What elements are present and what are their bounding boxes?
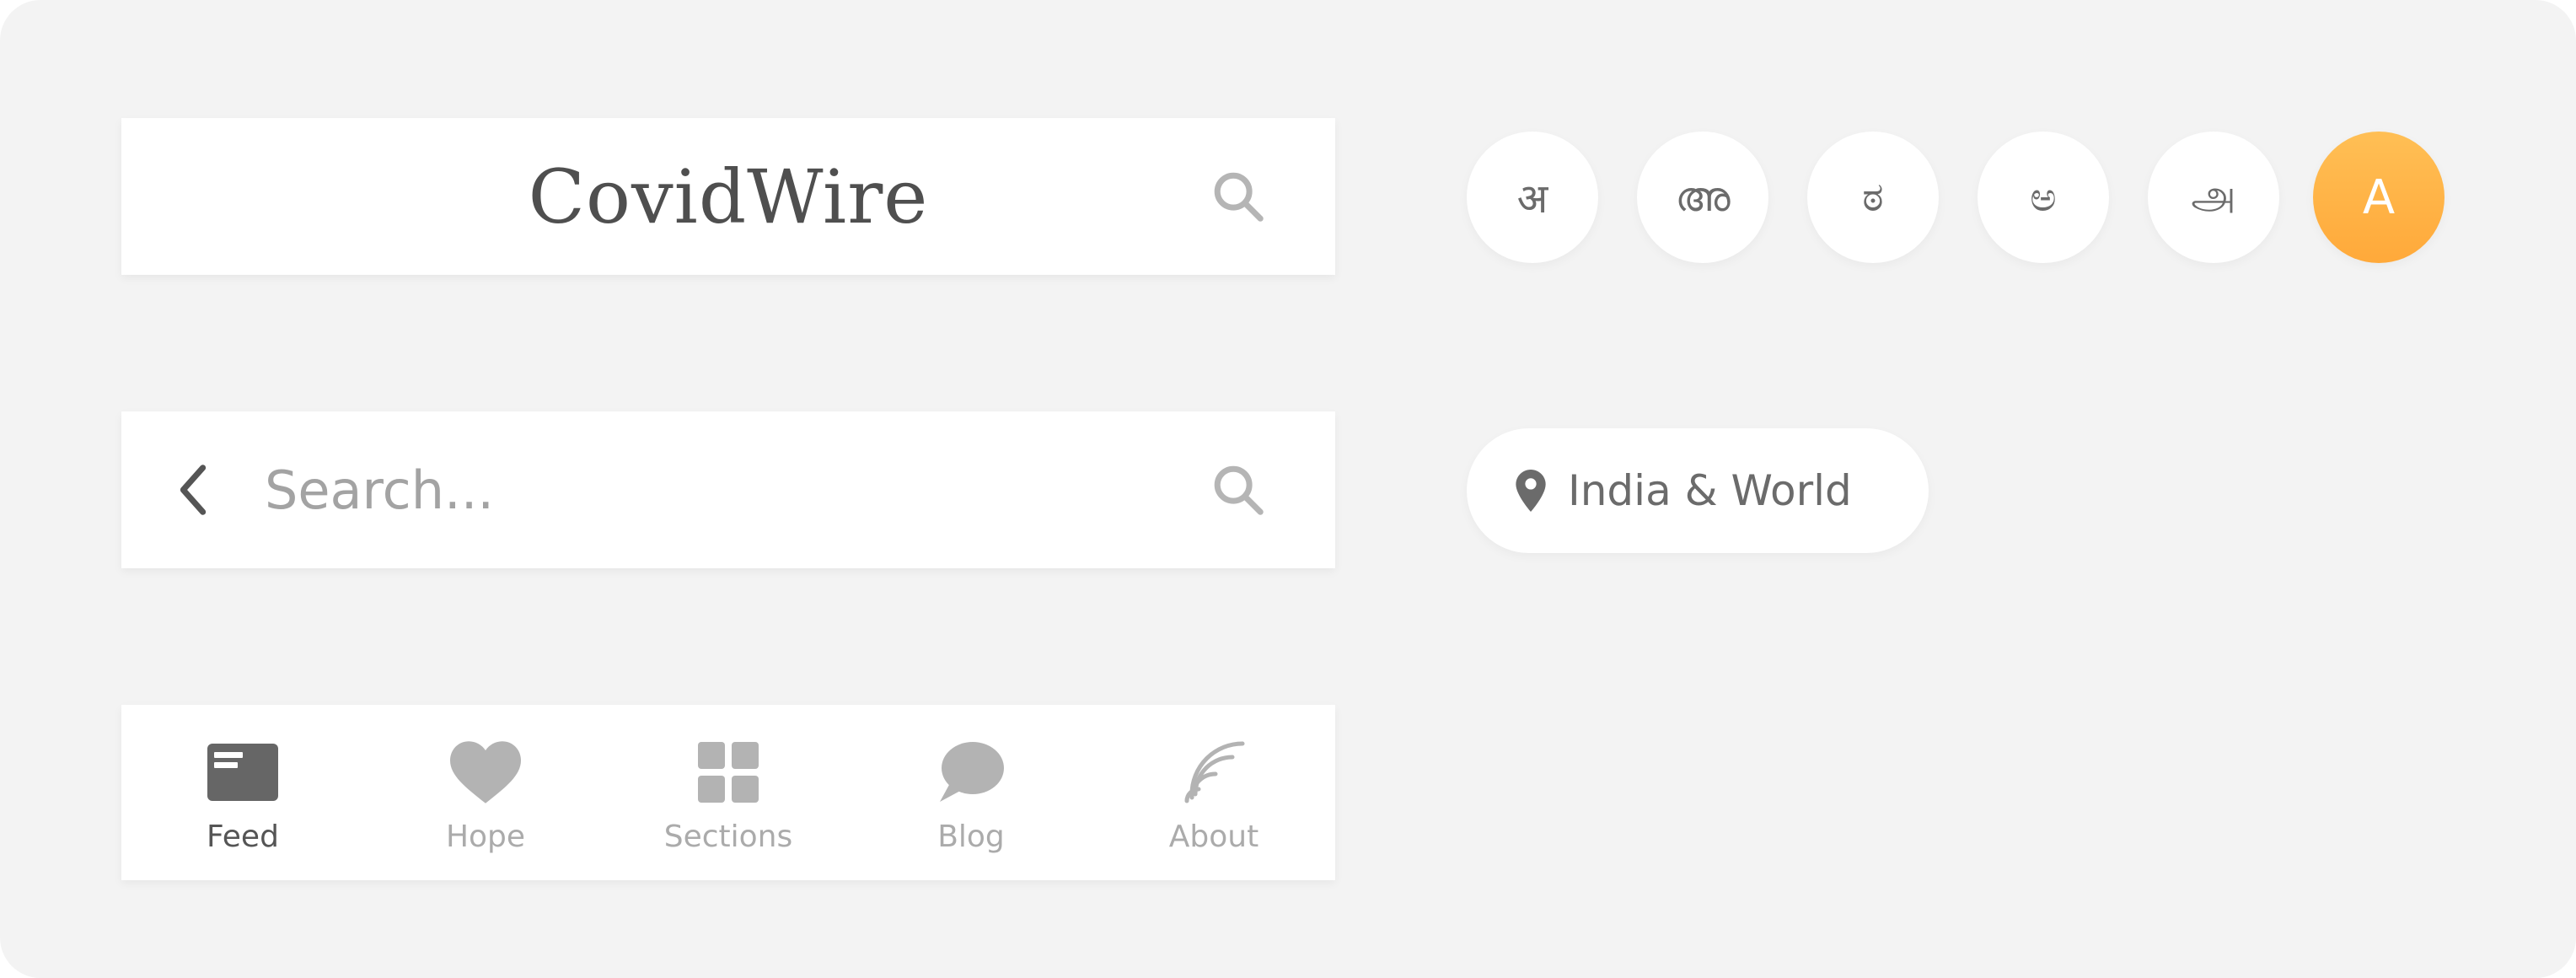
language-english-button[interactable]: A — [2313, 132, 2445, 263]
nav-label: About — [1168, 819, 1259, 854]
newspaper-icon — [205, 739, 281, 806]
nav-item-feed[interactable]: Feed — [121, 705, 364, 880]
search-bar — [121, 411, 1335, 568]
search-icon[interactable] — [1200, 159, 1276, 234]
bottom-nav: Feed Hope Sections Blog About — [121, 705, 1335, 880]
chat-bubble-icon — [933, 739, 1009, 806]
language-kannada-alt-button[interactable]: ಅ — [1978, 132, 2109, 263]
heart-icon — [448, 739, 523, 806]
location-selector[interactable]: India & World — [1467, 428, 1929, 553]
nav-item-hope[interactable]: Hope — [364, 705, 607, 880]
language-tamil-button[interactable]: அ — [2148, 132, 2279, 263]
nav-label: Blog — [937, 819, 1005, 854]
nav-item-about[interactable]: About — [1092, 705, 1335, 880]
language-kannada-button[interactable]: ಠ — [1807, 132, 1939, 263]
grid-icon — [690, 739, 766, 806]
language-hindi-button[interactable]: अ — [1467, 132, 1598, 263]
nav-item-sections[interactable]: Sections — [607, 705, 850, 880]
app-logo[interactable]: CovidWire — [121, 118, 1335, 275]
nav-label: Sections — [663, 819, 793, 854]
location-pin-icon — [1514, 467, 1548, 514]
style-guide-canvas: CovidWire Search... Feed Hope Sections B… — [0, 0, 2576, 978]
location-label: India & World — [1568, 466, 1852, 515]
app-header: CovidWire — [121, 118, 1335, 275]
search-icon[interactable] — [1200, 452, 1276, 528]
language-malayalam-button[interactable]: അ — [1637, 132, 1768, 263]
nav-label: Feed — [207, 819, 279, 854]
search-input[interactable] — [265, 448, 1158, 532]
nav-label: Hope — [445, 819, 526, 854]
chevron-left-icon[interactable] — [155, 452, 231, 528]
nav-item-blog[interactable]: Blog — [850, 705, 1092, 880]
broadcast-icon — [1176, 739, 1252, 806]
